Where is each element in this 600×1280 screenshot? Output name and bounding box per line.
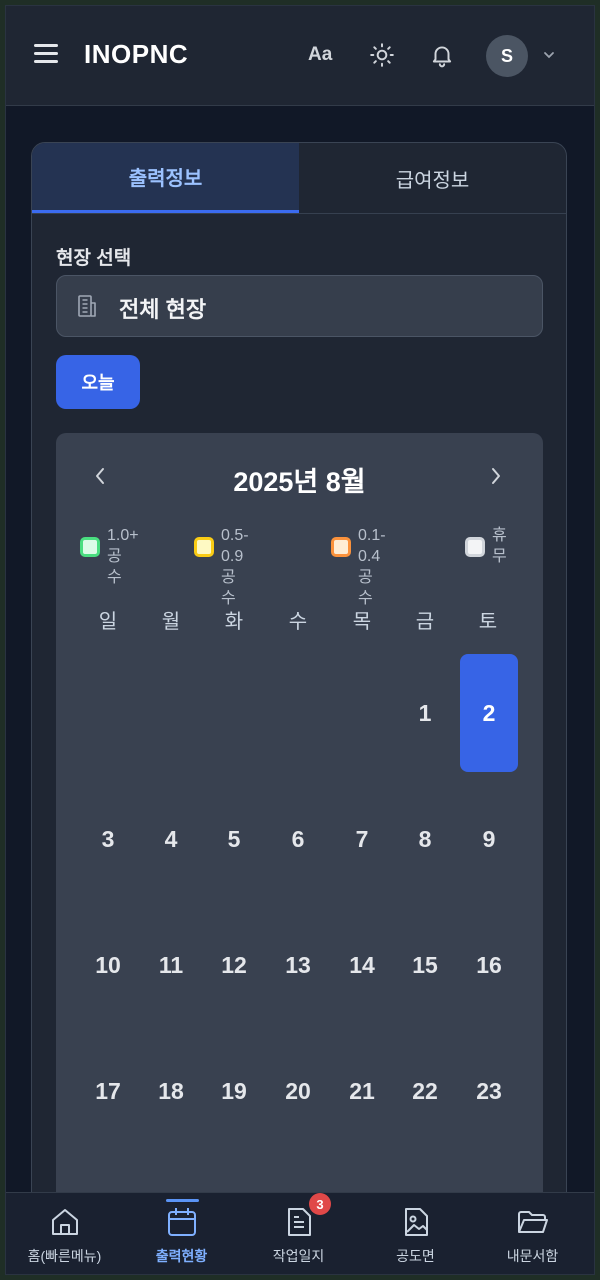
- menu-icon[interactable]: [34, 44, 58, 66]
- weekday-sun: 일: [98, 611, 118, 633]
- legend-label: 수: [107, 569, 122, 586]
- tab-output-info[interactable]: 출력정보: [32, 143, 299, 213]
- bottom-nav: 홈(빠른메뉴) 출력현황 3 작업일지 공도면 내문서함: [6, 1192, 594, 1274]
- calendar-day[interactable]: 12: [205, 906, 263, 1024]
- main-card: 출력정보 급여정보 현장 선택 전체 현장 오늘 2025년 8월 1.0+ 공…: [31, 142, 567, 1274]
- legend-swatch-off: [465, 537, 485, 557]
- calendar-day-selected[interactable]: 2: [460, 654, 518, 772]
- calendar-day[interactable]: 13: [269, 906, 327, 1024]
- today-button[interactable]: 오늘: [56, 355, 140, 409]
- legend-label: 0.5-0.9 공: [221, 527, 249, 586]
- tab-bar: 출력정보 급여정보: [32, 143, 566, 214]
- nav-label: 홈(빠른메뉴): [27, 1248, 102, 1264]
- nav-item-drawings[interactable]: 공도면: [357, 1193, 474, 1274]
- chevron-down-icon[interactable]: [542, 48, 556, 62]
- calendar-day[interactable]: 16: [460, 906, 518, 1024]
- notification-badge: 3: [309, 1193, 331, 1215]
- nav-label: 공도면: [396, 1248, 435, 1264]
- active-indicator: [166, 1199, 199, 1202]
- nav-item-documents[interactable]: 내문서함: [474, 1193, 591, 1274]
- calendar-day[interactable]: 4: [142, 780, 200, 898]
- calendar-day[interactable]: 23: [460, 1032, 518, 1150]
- calendar-day[interactable]: 20: [269, 1032, 327, 1150]
- legend-label: 휴: [492, 527, 507, 544]
- nav-item-home[interactable]: 홈(빠른메뉴): [6, 1193, 123, 1274]
- nav-item-worklog[interactable]: 3 작업일지: [240, 1193, 357, 1274]
- legend-label: 1.0+ 공: [107, 527, 139, 565]
- weekday-sat: 토: [478, 611, 498, 633]
- nav-item-attendance[interactable]: 출력현황: [123, 1193, 240, 1274]
- weekday-fri: 금: [415, 611, 435, 633]
- calendar-day[interactable]: 10: [79, 906, 137, 1024]
- calendar-day[interactable]: 19: [205, 1032, 263, 1150]
- calendar-icon: [168, 1208, 196, 1236]
- legend-label: 0.1-0.4 공: [358, 527, 386, 586]
- chevron-right-icon[interactable]: [488, 465, 504, 487]
- calendar-day[interactable]: 1: [396, 654, 454, 772]
- legend-label: 무: [492, 548, 507, 565]
- site-select-value: 전체 현장: [119, 297, 207, 322]
- brand-logo: INOPNC: [84, 39, 189, 69]
- weekday-mon: 월: [161, 611, 181, 633]
- top-bar: INOPNC Aa S: [6, 6, 594, 106]
- calendar-day[interactable]: 14: [333, 906, 391, 1024]
- weekday-thu: 목: [352, 611, 372, 633]
- calendar-day[interactable]: 3: [79, 780, 137, 898]
- calendar-day[interactable]: 15: [396, 906, 454, 1024]
- calendar-day[interactable]: 6: [269, 780, 327, 898]
- nav-label: 내문서함: [506, 1248, 559, 1264]
- calendar-day[interactable]: 9: [460, 780, 518, 898]
- nav-label: 출력현황: [155, 1248, 208, 1264]
- weekday-wed: 수: [288, 611, 308, 633]
- weekday-tue: 화: [224, 611, 244, 633]
- legend-swatch-full: [80, 537, 100, 557]
- site-select-label: 현장 선택: [56, 248, 132, 269]
- app-frame: INOPNC Aa S 출력정보 급여정보 현장 선택 전체 현장 오늘 202…: [5, 5, 595, 1275]
- avatar[interactable]: S: [486, 35, 528, 77]
- calendar-day[interactable]: 5: [205, 780, 263, 898]
- folder-icon: [518, 1211, 548, 1233]
- sun-icon[interactable]: [369, 42, 395, 68]
- calendar-day[interactable]: 11: [142, 906, 200, 1024]
- calendar-month-title: 2025년 8월: [233, 467, 366, 497]
- calendar: 2025년 8월 1.0+ 공수 0.5-0.9 공수 0.1-0.4 공수 휴…: [56, 433, 543, 1274]
- calendar-day[interactable]: 8: [396, 780, 454, 898]
- tab-salary-info[interactable]: 급여정보: [299, 143, 566, 213]
- site-select-dropdown[interactable]: 전체 현장: [56, 275, 543, 337]
- calendar-day[interactable]: 21: [333, 1032, 391, 1150]
- image-file-icon: [405, 1208, 428, 1236]
- home-icon: [52, 1209, 78, 1235]
- font-size-button[interactable]: Aa: [308, 44, 332, 66]
- calendar-day[interactable]: 18: [142, 1032, 200, 1150]
- bell-icon[interactable]: [429, 42, 455, 68]
- calendar-day[interactable]: 7: [333, 780, 391, 898]
- legend-swatch-low: [331, 537, 351, 557]
- building-icon: [78, 295, 96, 317]
- calendar-day[interactable]: 17: [79, 1032, 137, 1150]
- calendar-day[interactable]: 22: [396, 1032, 454, 1150]
- nav-label: 작업일지: [272, 1248, 325, 1264]
- legend-swatch-mid: [194, 537, 214, 557]
